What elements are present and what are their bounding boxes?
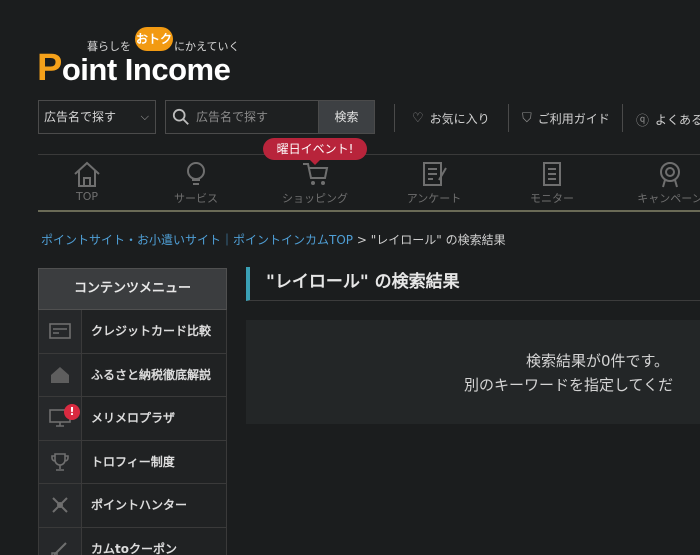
search-input[interactable] bbox=[196, 101, 316, 133]
point-income-logo[interactable]: 暮らしを おトク にかえていく Point Income bbox=[37, 25, 247, 89]
medal-icon bbox=[660, 162, 680, 188]
sidebar-item-label: ふるさと納税徹底解説 bbox=[91, 367, 212, 382]
shield-icon: ⛉ bbox=[522, 111, 532, 126]
alert-badge: ! bbox=[64, 404, 80, 420]
nav-item-shopping[interactable]: ショッピング bbox=[270, 160, 360, 206]
bulb-icon bbox=[187, 162, 205, 185]
guide-link[interactable]: ⛉ ご利用ガイド bbox=[522, 110, 610, 127]
nav-item-monitor[interactable]: モニター bbox=[507, 160, 597, 206]
hunter-icon bbox=[39, 484, 82, 527]
search-result-panel: 検索結果が0件です。 別のキーワードを指定してくだ bbox=[246, 320, 700, 424]
search-category-select[interactable]: 広告名で探す ⌵ bbox=[38, 100, 156, 134]
nav-label: サービス bbox=[174, 192, 218, 205]
sidebar-item-credit-card[interactable]: クレジットカード比較 bbox=[38, 310, 227, 354]
nav-bottom-border bbox=[38, 210, 700, 212]
nav-item-campaign[interactable]: キャンペーン bbox=[625, 160, 700, 206]
credit-card-icon bbox=[39, 310, 82, 353]
sidebar-item-label: メリメロプラザ bbox=[91, 411, 176, 425]
breadcrumb-separator: > bbox=[356, 233, 367, 247]
house-icon bbox=[39, 353, 82, 396]
result-hint: 別のキーワードを指定してくだ bbox=[464, 376, 674, 394]
nav-label: モニター bbox=[530, 192, 574, 205]
sidebar-item-label: トロフィー制度 bbox=[91, 454, 175, 469]
nav-item-top[interactable]: TOP bbox=[42, 160, 132, 203]
coupon-icon bbox=[39, 527, 82, 555]
sidebar-item-label: ポイントハンター bbox=[91, 498, 188, 512]
nav-top-border bbox=[38, 154, 700, 155]
event-badge[interactable]: 曜日イベント! bbox=[263, 138, 367, 165]
logo-wordmark-p: P bbox=[37, 47, 62, 89]
divider bbox=[394, 104, 395, 132]
trophy-icon bbox=[39, 440, 82, 483]
nav-item-service[interactable]: サービス bbox=[151, 160, 241, 206]
search-category-value: 広告名で探す bbox=[44, 110, 117, 124]
sidebar-item-merimero[interactable]: ! メリメロプラザ bbox=[38, 397, 227, 441]
result-message: 検索結果が0件です。 bbox=[526, 352, 670, 370]
search-icon bbox=[172, 108, 189, 125]
home-icon bbox=[74, 161, 100, 187]
page-title: "レイロール" の検索結果 bbox=[246, 267, 700, 301]
favorites-label: お気に入り bbox=[429, 112, 490, 126]
chevron-down-icon: ⌵ bbox=[140, 110, 149, 123]
document-icon bbox=[543, 162, 561, 186]
nav-label: TOP bbox=[75, 190, 98, 203]
heart-icon: ♡ bbox=[412, 111, 424, 126]
question-icon: ⓠ bbox=[636, 114, 650, 129]
faq-label: よくある bbox=[655, 113, 700, 127]
nav-item-survey[interactable]: アンケート bbox=[389, 160, 479, 206]
survey-icon bbox=[423, 162, 447, 186]
sidebar-menu: クレジットカード比較 ふるさと納税徹底解説 ! メリメロプラザ トロフィー制度 … bbox=[38, 310, 227, 555]
breadcrumb: ポイントサイト・お小遣いサイト｜ポイントインカムTOP > "レイロール" の検… bbox=[41, 231, 506, 248]
faq-link[interactable]: ⓠ よくある bbox=[636, 110, 700, 129]
guide-label: ご利用ガイド bbox=[537, 112, 610, 126]
nav-label: キャンペーン bbox=[637, 192, 700, 205]
favorites-link[interactable]: ♡ お気に入り bbox=[412, 110, 490, 127]
sidebar-item-furusato[interactable]: ふるさと納税徹底解説 bbox=[38, 353, 227, 397]
divider bbox=[622, 104, 623, 132]
breadcrumb-home-link[interactable]: ポイントサイト・お小遣いサイト｜ポイントインカムTOP bbox=[41, 233, 353, 247]
divider bbox=[508, 104, 509, 132]
search-button[interactable]: 検索 bbox=[318, 100, 375, 134]
search-box[interactable] bbox=[165, 100, 318, 134]
logo-wordmark: Point Income bbox=[37, 47, 231, 90]
sidebar-heading: コンテンツメニュー bbox=[38, 268, 227, 310]
sidebar-item-coupon[interactable]: カムtoクーポン bbox=[38, 527, 227, 555]
sidebar-item-point-hunter[interactable]: ポイントハンター bbox=[38, 484, 227, 528]
logo-wordmark-rest: oint Income bbox=[61, 52, 231, 87]
nav-label: アンケート bbox=[406, 192, 462, 205]
sidebar-item-trophy[interactable]: トロフィー制度 bbox=[38, 440, 227, 484]
sidebar-item-label: クレジットカード比較 bbox=[91, 324, 212, 338]
breadcrumb-current: "レイロール" の検索結果 bbox=[370, 233, 506, 247]
sidebar-item-label: カムtoクーポン bbox=[91, 541, 177, 555]
nav-label: ショッピング bbox=[282, 192, 348, 205]
